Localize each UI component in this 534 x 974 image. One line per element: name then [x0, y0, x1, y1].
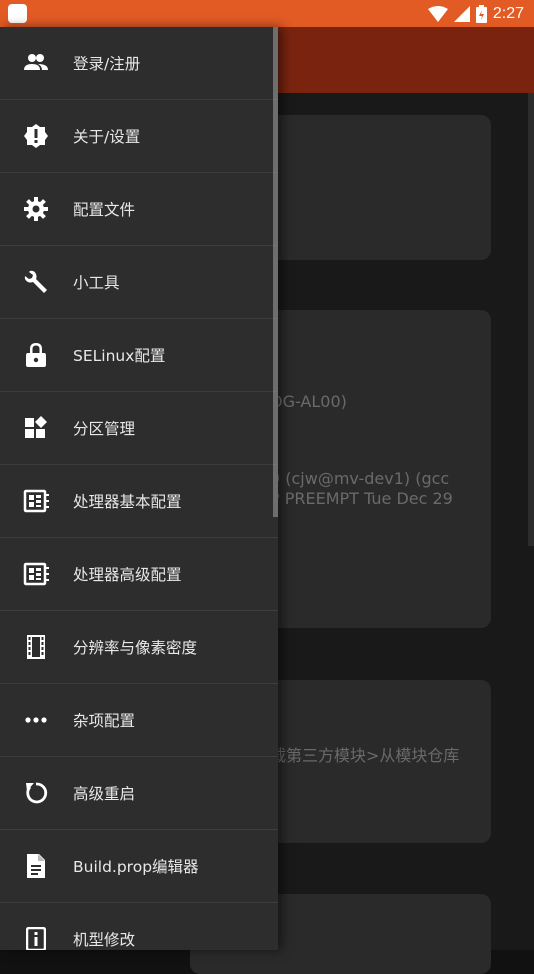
drawer-item-label: 关于/设置	[73, 128, 141, 146]
drawer-item-label: 登录/注册	[73, 55, 141, 73]
drawer-item-misc[interactable]: 杂项配置	[0, 684, 278, 757]
drawer-item-label: 配置文件	[73, 201, 136, 219]
chip-icon	[22, 560, 50, 588]
drawer-item-label: 小工具	[73, 274, 120, 292]
film-icon	[22, 633, 50, 661]
module-hint-text: 载第三方模块>从模块仓库	[270, 746, 460, 765]
gear-icon	[22, 195, 50, 223]
battery-icon	[475, 4, 487, 23]
drawer-item-label: 分辨率与像素密度	[73, 639, 198, 657]
status-bar: 2:27	[0, 0, 534, 27]
drawer-item-label: 处理器基本配置	[73, 493, 182, 511]
info-icon	[22, 925, 50, 950]
widgets-icon	[22, 414, 50, 442]
wrench-icon	[22, 268, 50, 296]
alert-icon	[22, 122, 50, 150]
drawer-item-about-settings[interactable]: 关于/设置	[0, 100, 278, 173]
drawer-item-label: Build.prop编辑器	[73, 858, 199, 876]
drawer-item-cpu-basic[interactable]: 处理器基本配置	[0, 465, 278, 538]
drawer-item-partition[interactable]: 分区管理	[0, 392, 278, 465]
navigation-drawer: 登录/注册 关于/设置 配置文件 小工具 SELinux配置 分区管理 处理器基…	[0, 27, 278, 950]
device-model-text: OG-AL00)	[270, 392, 347, 411]
wifi-icon	[427, 5, 448, 22]
drawer-item-build-prop[interactable]: Build.prop编辑器	[0, 830, 278, 903]
notification-icon	[8, 4, 27, 23]
more-icon	[22, 706, 50, 734]
drawer-item-resolution[interactable]: 分辨率与像素密度	[0, 611, 278, 684]
drawer-scrollbar[interactable]	[273, 27, 278, 517]
people-icon	[22, 49, 50, 77]
file-icon	[22, 852, 50, 880]
drawer-item-label: 机型修改	[73, 931, 136, 949]
drawer-item-config-file[interactable]: 配置文件	[0, 173, 278, 246]
kernel-info-line-2: P PREEMPT Tue Dec 29	[270, 489, 453, 508]
status-time: 2:27	[492, 4, 524, 22]
drawer-item-label: 杂项配置	[73, 712, 136, 730]
drawer-item-tools[interactable]: 小工具	[0, 246, 278, 319]
signal-icon	[453, 5, 470, 22]
drawer-item-advanced-reboot[interactable]: 高级重启	[0, 757, 278, 830]
drawer-item-login[interactable]: 登录/注册	[0, 27, 278, 100]
chip-icon	[22, 487, 50, 515]
drawer-item-cpu-advanced[interactable]: 处理器高级配置	[0, 538, 278, 611]
main-scrollbar[interactable]	[528, 93, 534, 546]
lock-icon	[22, 341, 50, 369]
drawer-item-label: 分区管理	[73, 420, 136, 438]
drawer-item-label: SELinux配置	[73, 347, 166, 365]
drawer-item-label: 高级重启	[73, 785, 136, 803]
drawer-item-device-model[interactable]: 机型修改	[0, 903, 278, 950]
drawer-item-selinux[interactable]: SELinux配置	[0, 319, 278, 392]
drawer-item-label: 处理器高级配置	[73, 566, 182, 584]
restart-icon	[22, 779, 50, 807]
kernel-info-line-1: 9 (cjw@mv-dev1) (gcc	[270, 469, 450, 488]
